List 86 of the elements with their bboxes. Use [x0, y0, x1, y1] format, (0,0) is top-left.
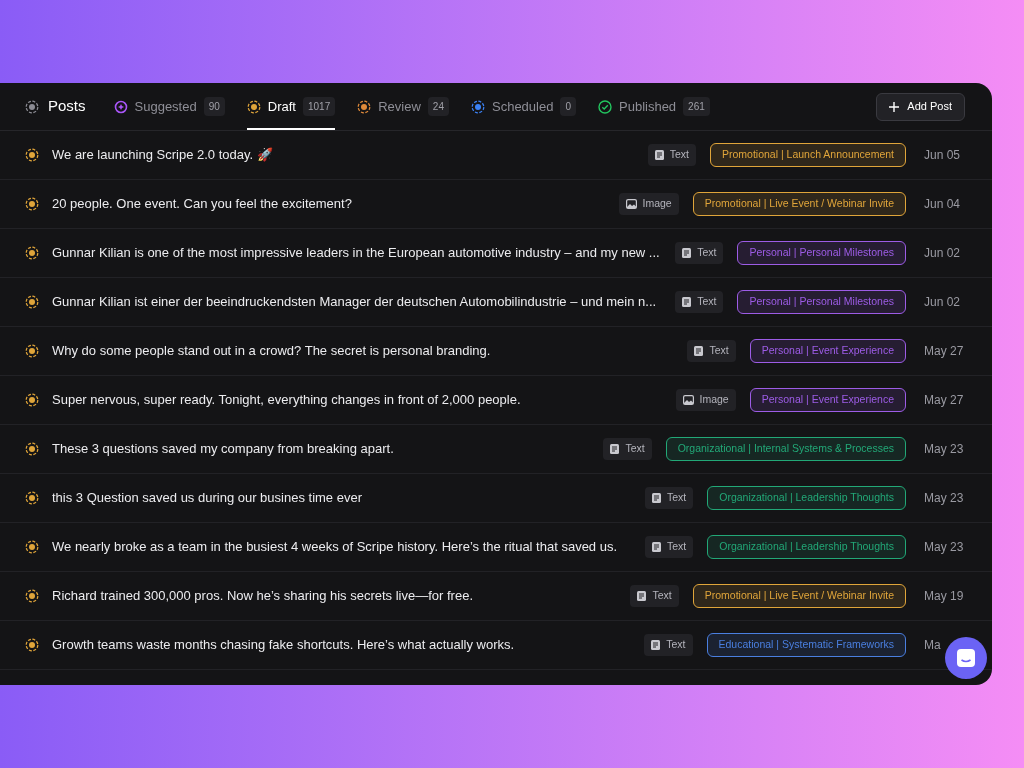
- document-icon: [652, 493, 661, 503]
- post-date: May 27: [924, 392, 965, 409]
- post-title[interactable]: We nearly broke as a team in the busiest 4 weeks of Scripe history. Here’s the ritual that saved us.: [52, 537, 635, 557]
- type-chip: Text: [645, 487, 694, 509]
- post-date: May 23: [924, 490, 965, 507]
- count-badge: 261: [683, 97, 710, 116]
- status-icon: [25, 99, 39, 114]
- category-tag: Organizational | Leadership Thoughts: [707, 486, 906, 510]
- type-chip: Text: [645, 536, 694, 558]
- status-tab[interactable]: Scheduled 0: [471, 83, 576, 130]
- post-title[interactable]: Super nervous, super ready. Tonight, everything changes in front of 2,000 people.: [52, 390, 666, 410]
- post-date: May 23: [924, 441, 965, 458]
- type-chip: Text: [644, 634, 693, 656]
- status-icon: [25, 540, 39, 554]
- post-title[interactable]: Gunnar Kilian ist einer der beeindruckendsten Manager der deutschen Automobilindustrie – und mein n...: [52, 292, 666, 312]
- type-chip: Text: [630, 585, 679, 607]
- document-icon: [637, 591, 647, 601]
- count-badge: 0: [560, 97, 576, 116]
- tab-label: Draft: [267, 97, 296, 116]
- category-tag: Educational | Systematic Frameworks: [706, 633, 906, 657]
- document-icon: [654, 150, 664, 160]
- document-icon: [682, 248, 692, 258]
- status-icon: [25, 197, 39, 211]
- category-tag: Personal | Event Experience: [749, 339, 906, 363]
- status-icon: [25, 393, 39, 407]
- count-badge: 24: [427, 97, 449, 116]
- status-tab[interactable]: Review 24: [357, 83, 449, 130]
- post-date: Ma: [924, 637, 942, 654]
- status-icon: [25, 589, 39, 603]
- status-tab[interactable]: Suggested 90: [113, 83, 225, 130]
- post-title[interactable]: Why do some people stand out in a crowd? The secret is personal branding.: [52, 341, 678, 361]
- status-icon: [25, 442, 39, 456]
- count-badge: 90: [203, 97, 225, 116]
- post-title[interactable]: Gunnar Kilian is one of the most impressive leaders in the European automotive industry – and my new ...: [52, 243, 666, 263]
- post-date: May 23: [924, 539, 965, 556]
- document-icon: [652, 542, 661, 552]
- type-chip: Text: [687, 340, 736, 362]
- document-icon: [610, 444, 620, 454]
- category-tag: Personal | Personal Milestones: [737, 241, 906, 265]
- post-date: Jun 04: [924, 196, 962, 213]
- category-tag: Promotional | Live Event / Webinar Invite: [692, 584, 906, 608]
- post-title[interactable]: this 3 Question saved us during our busines time ever: [52, 488, 635, 508]
- category-tag: Promotional | Live Event / Webinar Invite: [692, 192, 906, 216]
- category-tag: Promotional | Launch Announcement: [710, 143, 906, 167]
- tab-label: Review: [378, 97, 421, 116]
- category-tag: Organizational | Internal Systems & Processes: [665, 437, 906, 461]
- tab-label: Published: [619, 97, 677, 116]
- tab-label: Suggested: [134, 97, 197, 116]
- document-icon: [682, 297, 692, 307]
- image-icon: [625, 199, 637, 209]
- status-icon: [25, 295, 39, 309]
- image-icon: [682, 395, 694, 405]
- post-title[interactable]: We are launching Scripe 2.0 today. 🚀: [52, 145, 638, 165]
- status-tab[interactable]: Published 261: [598, 83, 710, 130]
- page-title: Posts: [48, 96, 86, 117]
- post-title[interactable]: 20 people. One event. Can you feel the excitement?: [52, 194, 609, 214]
- add-post-button[interactable]: Add Post: [876, 92, 965, 121]
- type-chip: Text: [603, 438, 652, 460]
- type-chip: Text: [675, 242, 724, 264]
- status-icon: [25, 491, 39, 505]
- tab-label: Scheduled: [492, 97, 554, 116]
- type-chip: Image: [618, 193, 679, 215]
- category-tag: Personal | Personal Milestones: [737, 290, 906, 314]
- post-title[interactable]: Growth teams waste months chasing fake shortcuts. Here’s what actually works.: [52, 635, 635, 655]
- document-icon: [651, 640, 661, 650]
- type-chip: Text: [675, 291, 724, 313]
- status-icon: [25, 344, 39, 358]
- status-tab[interactable]: Draft 1017: [246, 83, 336, 130]
- category-tag: Personal | Event Experience: [749, 388, 906, 412]
- post-title[interactable]: Richard trained 300,000 pros. Now he’s sharing his secrets live—for free.: [52, 586, 621, 606]
- document-icon: [694, 346, 704, 356]
- chat-icon: [957, 649, 975, 667]
- status-icon: [25, 148, 39, 162]
- post-date: Jun 02: [924, 245, 962, 262]
- post-date: Jun 05: [924, 147, 962, 164]
- post-date: May 27: [924, 343, 965, 360]
- plus-icon: [889, 101, 900, 112]
- type-chip: Text: [647, 144, 696, 166]
- type-chip: Image: [675, 389, 736, 411]
- category-tag: Organizational | Leadership Thoughts: [707, 535, 906, 559]
- post-date: Jun 02: [924, 294, 962, 311]
- status-icon: [25, 638, 39, 652]
- post-title[interactable]: These 3 questions saved my company from breaking apart.: [52, 439, 594, 459]
- count-badge: 1017: [303, 97, 336, 116]
- post-date: May 19: [924, 588, 965, 605]
- status-icon: [25, 246, 39, 260]
